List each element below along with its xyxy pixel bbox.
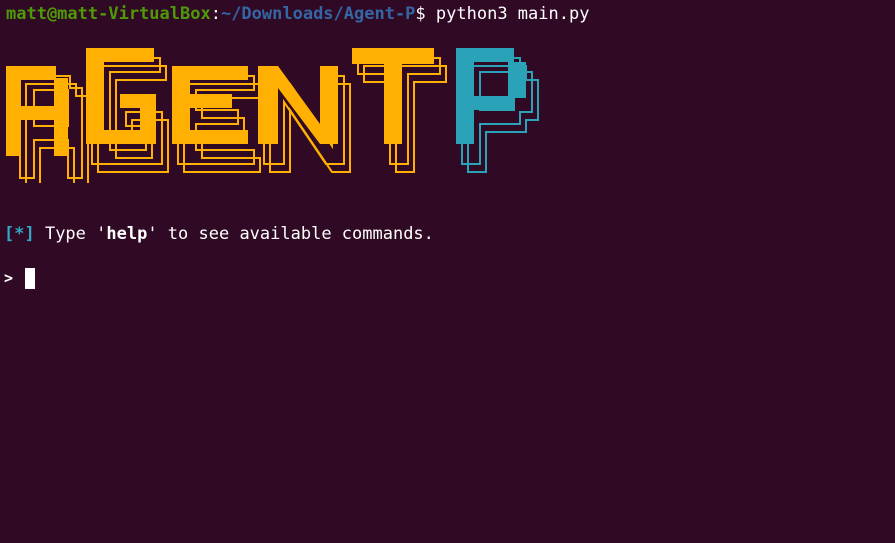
- prompt-symbol: $: [415, 4, 436, 24]
- info-marker: [*]: [4, 224, 35, 244]
- help-text-before: Type ': [34, 224, 107, 244]
- prompt-user: matt@matt-VirtualBox: [6, 4, 211, 24]
- shell-command: python3 main.py: [435, 4, 590, 24]
- input-prompt: >: [4, 269, 14, 287]
- terminal-window[interactable]: matt@matt-VirtualBox:~/Downloads/Agent-P…: [0, 0, 895, 543]
- prompt-path: ~/Downloads/Agent-P: [220, 4, 416, 24]
- command-input-line[interactable]: >: [4, 266, 36, 290]
- agent-p-ascii-banner: [6, 48, 539, 183]
- text-cursor[interactable]: [25, 267, 36, 289]
- shell-prompt-line: matt@matt-VirtualBox:~/Downloads/Agent-P…: [6, 2, 589, 26]
- prompt-separator: :: [210, 4, 221, 24]
- help-hint-line: [*] Type 'help' to see available command…: [4, 222, 434, 246]
- help-keyword: help: [106, 224, 148, 244]
- help-text-after: ' to see available commands.: [147, 224, 434, 244]
